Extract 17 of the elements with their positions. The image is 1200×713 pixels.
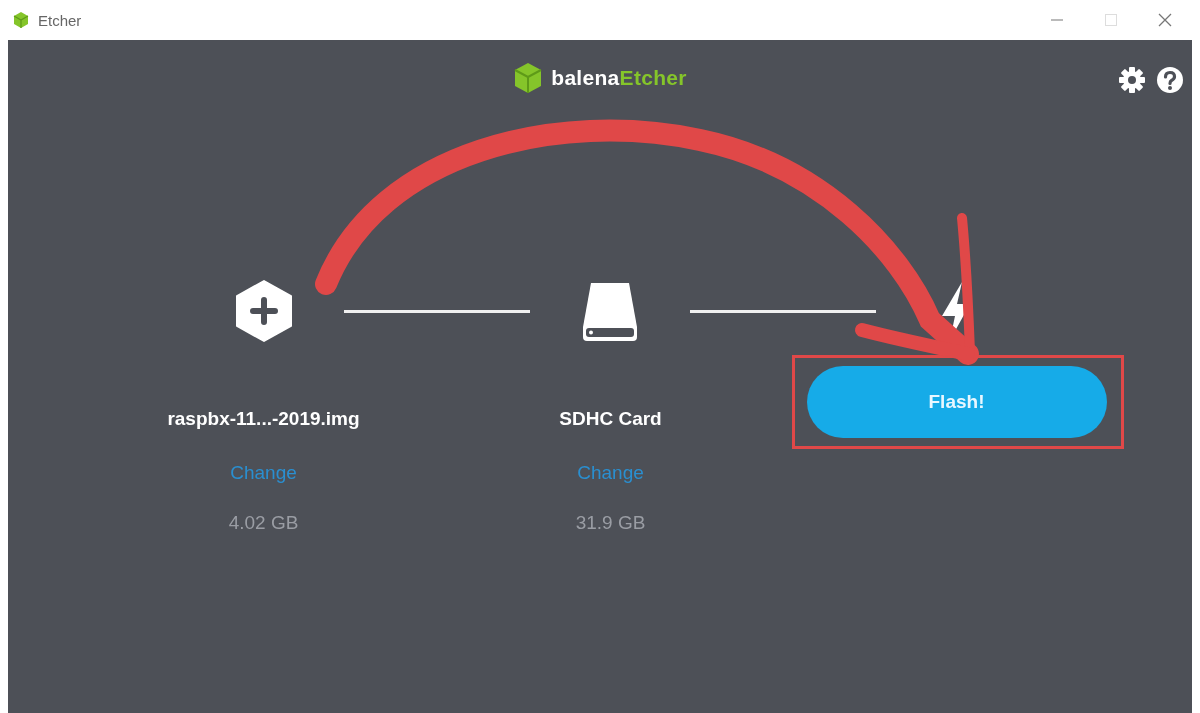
- help-icon: [1156, 66, 1184, 94]
- cube-icon: [12, 11, 30, 29]
- logo-text: balenaEtcher: [551, 66, 687, 90]
- help-button[interactable]: [1156, 66, 1184, 94]
- size-label: 4.02 GB: [228, 512, 299, 534]
- window-title: Etcher: [38, 11, 83, 29]
- minimize-icon: [1051, 19, 1063, 21]
- image-name: raspbx-11...-2019.img: [167, 408, 360, 431]
- change-link[interactable]: Change: [571, 460, 650, 486]
- flash-button[interactable]: Flash!: [806, 366, 1107, 438]
- cube-logo-icon: [513, 62, 544, 94]
- close-icon: [1158, 13, 1172, 27]
- maximize-icon: [1105, 14, 1117, 26]
- drive-name: SDHC Card: [559, 408, 662, 431]
- change-link[interactable]: Change: [224, 460, 303, 486]
- hexagon-plus-icon: [235, 280, 293, 342]
- size-label: 31.9 GB: [575, 512, 646, 534]
